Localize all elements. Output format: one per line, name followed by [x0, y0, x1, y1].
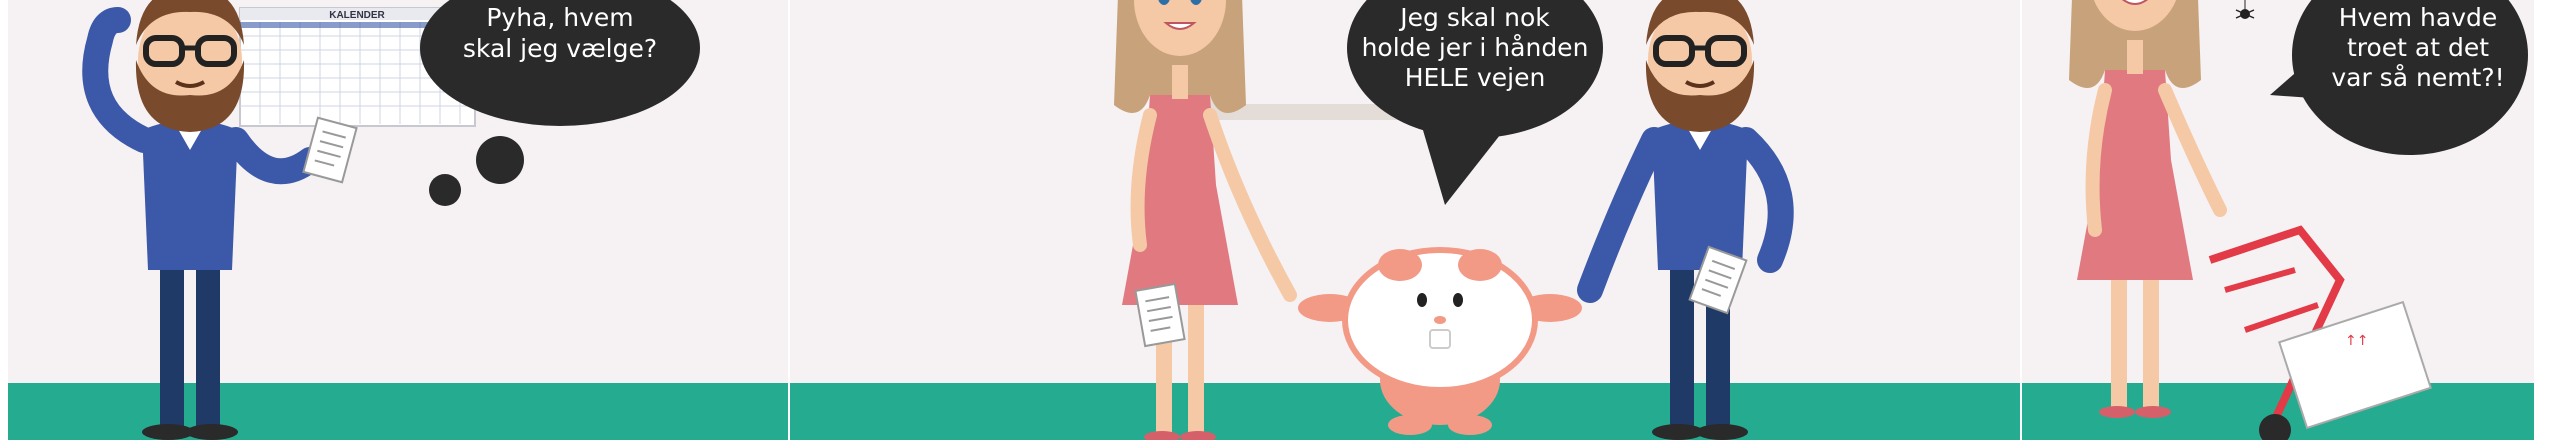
speech-line: Hvem havde — [2339, 3, 2497, 32]
svg-text:↑↑: ↑↑ — [2345, 333, 2368, 349]
speech-line: skal jeg vælge? — [463, 34, 657, 63]
speech-line: HELE vejen — [1405, 63, 1546, 92]
speech-line: Pyha, hvem — [486, 3, 633, 32]
panel-1: KALENDER Pyha, hvem skal jeg vælge? — [8, 0, 788, 440]
speech-line: var så nemt?! — [2331, 63, 2504, 92]
speech-line: holde jer i hånden — [1362, 33, 1589, 62]
panel-2: Jeg skal nok holde jer i hånden HELE vej… — [790, 0, 2020, 440]
speech-line: troet at det — [2347, 33, 2489, 62]
panel-3: ↑↑ Hvem havde troet at det var så nemt?! — [2022, 0, 2534, 440]
calendar-title: KALENDER — [329, 10, 385, 21]
comic-strip: KALENDER Pyha, hvem skal jeg vælge? Jeg … — [8, 0, 2534, 440]
speech-line: Jeg skal nok — [1398, 3, 1550, 32]
